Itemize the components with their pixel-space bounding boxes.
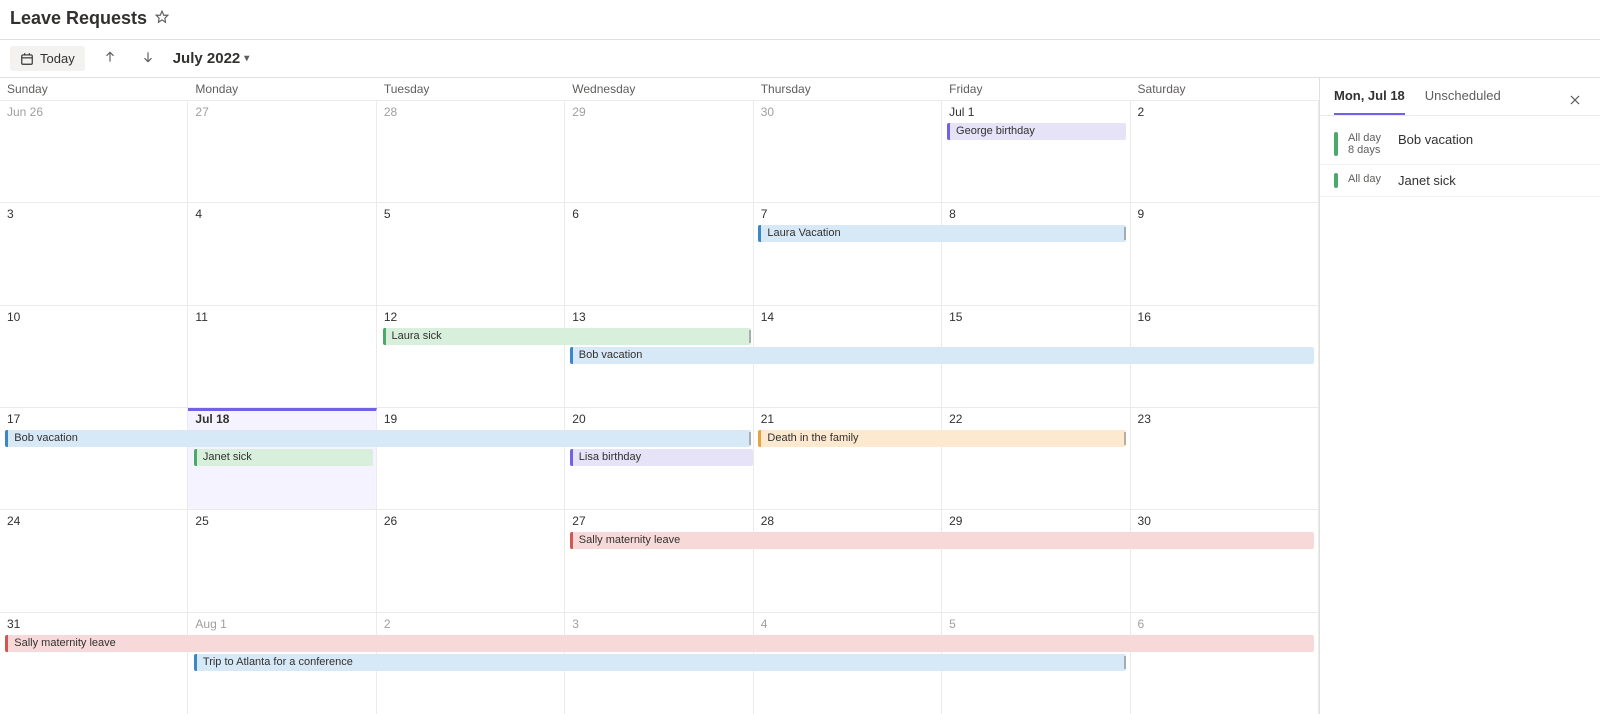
day-cell[interactable]: 10 <box>0 306 188 407</box>
day-cell[interactable]: 28 <box>754 510 942 611</box>
day-header-fri: Friday <box>942 78 1130 100</box>
day-cell[interactable]: 25 <box>188 510 376 611</box>
next-month-button[interactable] <box>135 46 161 71</box>
day-cell[interactable]: 29 <box>565 101 753 202</box>
day-cell[interactable]: 17 <box>0 408 188 509</box>
arrow-up-icon <box>103 50 117 64</box>
side-panel: Mon, Jul 18 Unscheduled All day 8 days B… <box>1320 78 1600 714</box>
close-icon <box>1568 93 1582 107</box>
day-headers-row: Sunday Monday Tuesday Wednesday Thursday… <box>0 78 1319 101</box>
week-row: 3 4 5 6 7 8 9 Laura Vacation <box>0 203 1319 305</box>
event-lisa-birthday[interactable]: Lisa birthday <box>570 449 753 466</box>
side-event-title: Bob vacation <box>1398 132 1586 156</box>
week-row: 17 Jul 18 19 20 21 22 23 Bob vacation De… <box>0 408 1319 510</box>
day-cell[interactable]: 30 <box>1131 510 1319 611</box>
calendar-grid: Sunday Monday Tuesday Wednesday Thursday… <box>0 78 1320 714</box>
event-janet-sick[interactable]: Janet sick <box>194 449 373 466</box>
arrow-down-icon <box>141 50 155 64</box>
day-cell[interactable]: 28 <box>377 101 565 202</box>
page-title: Leave Requests <box>10 8 147 29</box>
day-cell[interactable]: 3 <box>0 203 188 304</box>
calendar-toolbar: Today July 2022 ▾ <box>0 40 1600 78</box>
page-header: Leave Requests <box>0 0 1600 40</box>
day-cell[interactable]: 9 <box>1131 203 1319 304</box>
day-cell[interactable]: 11 <box>188 306 376 407</box>
day-cell[interactable]: 8 <box>942 203 1130 304</box>
day-cell[interactable]: Jul 1 <box>942 101 1130 202</box>
event-color-bar <box>1334 132 1338 156</box>
weeks-container: Jun 26 27 28 29 30 Jul 1 2 George birthd… <box>0 101 1319 714</box>
day-cell[interactable]: 4 <box>188 203 376 304</box>
day-cell[interactable]: 7 <box>754 203 942 304</box>
side-tabs: Mon, Jul 18 Unscheduled <box>1320 78 1600 116</box>
day-cell[interactable]: 19 <box>377 408 565 509</box>
day-cell[interactable]: 27 <box>188 101 376 202</box>
week-row: 24 25 26 27 28 29 30 Sally maternity lea… <box>0 510 1319 612</box>
side-event-title: Janet sick <box>1398 173 1586 188</box>
tab-unscheduled[interactable]: Unscheduled <box>1425 88 1501 115</box>
event-bob-vacation-cont[interactable]: Bob vacation <box>5 430 750 447</box>
favorite-star-icon[interactable] <box>155 10 169 27</box>
today-button-label: Today <box>40 51 75 66</box>
side-event-time: All day <box>1348 173 1398 188</box>
month-label: July 2022 <box>173 50 241 67</box>
month-picker[interactable]: July 2022 ▾ <box>173 50 250 67</box>
day-header-thu: Thursday <box>754 78 942 100</box>
day-cell[interactable]: 2 <box>1131 101 1319 202</box>
event-laura-vacation[interactable]: Laura Vacation <box>758 225 1126 242</box>
day-cell[interactable]: 31 <box>0 613 188 714</box>
day-cell[interactable]: 6 <box>1131 613 1319 714</box>
today-button[interactable]: Today <box>10 46 85 71</box>
day-header-sun: Sunday <box>0 78 188 100</box>
side-event-item[interactable]: All day 8 days Bob vacation <box>1320 124 1600 165</box>
day-header-wed: Wednesday <box>565 78 753 100</box>
day-header-mon: Monday <box>188 78 376 100</box>
day-cell[interactable]: 26 <box>377 510 565 611</box>
day-cell[interactable]: 24 <box>0 510 188 611</box>
week-row: 31 Aug 1 2 3 4 5 6 Sally maternity leave… <box>0 613 1319 714</box>
event-death-family[interactable]: Death in the family <box>758 430 1126 447</box>
day-cell[interactable]: 23 <box>1131 408 1319 509</box>
chevron-down-icon: ▾ <box>244 53 249 64</box>
day-cell[interactable]: 21 <box>754 408 942 509</box>
day-cell[interactable]: 12 <box>377 306 565 407</box>
tab-date[interactable]: Mon, Jul 18 <box>1334 88 1405 115</box>
day-cell[interactable]: 30 <box>754 101 942 202</box>
close-panel-button[interactable] <box>1564 91 1586 112</box>
day-cell[interactable]: 6 <box>565 203 753 304</box>
event-laura-sick[interactable]: Laura sick <box>383 328 751 345</box>
day-cell[interactable]: 5 <box>377 203 565 304</box>
week-row: 10 11 12 13 14 15 16 Laura sick Bob vaca… <box>0 306 1319 408</box>
event-sally-maternity[interactable]: Sally maternity leave <box>570 532 1314 549</box>
event-bob-vacation[interactable]: Bob vacation <box>570 347 1314 364</box>
day-cell[interactable]: 29 <box>942 510 1130 611</box>
day-cell[interactable]: 22 <box>942 408 1130 509</box>
side-event-time: All day 8 days <box>1348 132 1398 156</box>
prev-month-button[interactable] <box>97 46 123 71</box>
day-header-sat: Saturday <box>1131 78 1319 100</box>
side-event-item[interactable]: All day Janet sick <box>1320 165 1600 197</box>
event-sally-maternity-cont[interactable]: Sally maternity leave <box>5 635 1313 652</box>
day-cell[interactable]: 27 <box>565 510 753 611</box>
calendar-icon <box>20 52 34 66</box>
day-cell[interactable]: Jun 26 <box>0 101 188 202</box>
event-george-birthday[interactable]: George birthday <box>947 123 1126 140</box>
week-row: Jun 26 27 28 29 30 Jul 1 2 George birthd… <box>0 101 1319 203</box>
side-events-list: All day 8 days Bob vacation All day Jane… <box>1320 116 1600 205</box>
event-color-bar <box>1334 173 1338 188</box>
day-header-tue: Tuesday <box>377 78 565 100</box>
event-trip-atlanta[interactable]: Trip to Atlanta for a conference <box>194 654 1127 671</box>
